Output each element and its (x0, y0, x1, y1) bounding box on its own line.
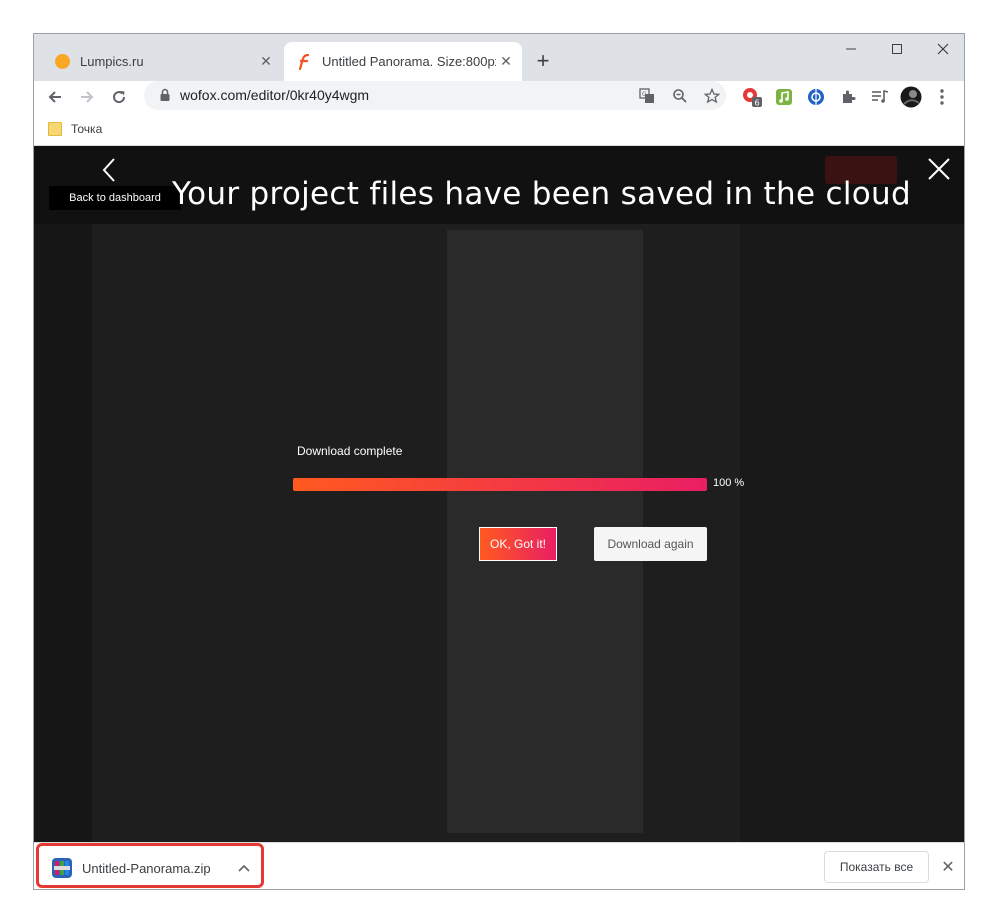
browser-window: Lumpics.ru ✕ Untitled Panorama. Size:800… (33, 33, 965, 890)
music-extension-icon[interactable] (772, 85, 796, 109)
download-item[interactable]: Untitled-Panorama.zip (42, 851, 264, 885)
window-close-icon[interactable] (920, 34, 964, 64)
bookmark-folder-tochka[interactable]: Точка (48, 118, 102, 140)
page-content: Back to dashboard Your project files hav… (34, 146, 964, 842)
folder-icon (48, 122, 62, 136)
opera-extension-icon[interactable]: 6 (740, 85, 764, 109)
wofox-logo-icon (296, 53, 312, 70)
orange-circle-icon (54, 54, 70, 70)
back-arrow-icon[interactable] (42, 84, 68, 110)
tab-lumpics[interactable]: Lumpics.ru ✕ (42, 42, 282, 81)
bookmark-label: Точка (71, 122, 103, 136)
editor-sidebar-backdrop (34, 224, 92, 842)
tab-title: Lumpics.ru (80, 54, 144, 69)
browser-toolbar: wofox.com/editor/0kr40y4wgm G 6 (34, 81, 964, 112)
zoom-icon[interactable] (668, 84, 692, 108)
show-all-downloads-button[interactable]: Показать все (824, 851, 929, 883)
close-icon[interactable] (924, 154, 954, 184)
tab-close-icon[interactable]: ✕ (496, 52, 516, 72)
extensions-puzzle-icon[interactable] (836, 85, 860, 109)
download-progress-fill (293, 478, 707, 491)
tab-close-icon[interactable]: ✕ (256, 52, 276, 72)
download-again-button[interactable]: Download again (594, 527, 707, 561)
bookmark-star-icon[interactable] (700, 84, 724, 108)
tab-wofox[interactable]: Untitled Panorama. Size:800px x ✕ (284, 42, 522, 81)
editor-properties-backdrop (740, 224, 964, 842)
modal-headline: Your project files have been saved in th… (172, 176, 911, 212)
media-control-icon[interactable] (868, 85, 892, 109)
tab-strip: Lumpics.ru ✕ Untitled Panorama. Size:800… (34, 34, 964, 81)
bookmarks-bar: Точка (34, 112, 964, 146)
lock-icon (160, 88, 170, 101)
winrar-archive-icon (52, 858, 72, 878)
address-bar[interactable]: wofox.com/editor/0kr40y4wgm G (144, 81, 726, 110)
url-text: wofox.com/editor/0kr40y4wgm (180, 87, 370, 103)
translate-icon[interactable]: G (635, 84, 659, 108)
close-download-shelf-icon[interactable]: ✕ (936, 855, 960, 879)
tab-title: Untitled Panorama. Size:800px x (322, 54, 496, 69)
ok-got-it-button[interactable]: OK, Got it! (479, 527, 557, 561)
maximize-icon[interactable] (874, 34, 920, 64)
download-progress-bar (293, 478, 707, 491)
back-to-dashboard-tooltip[interactable]: Back to dashboard (49, 186, 181, 210)
download-shelf: Untitled-Panorama.zip Показать все ✕ (34, 842, 964, 889)
chevron-up-icon[interactable] (234, 858, 254, 878)
download-progress-percent: 100 % (713, 477, 745, 489)
back-chevron-icon[interactable] (96, 156, 122, 184)
minimize-icon[interactable] (828, 34, 874, 64)
menu-dots-icon[interactable] (930, 85, 954, 109)
extension-badge: 6 (755, 99, 760, 108)
download-file-name: Untitled-Panorama.zip (82, 860, 211, 876)
new-tab-button[interactable]: + (530, 48, 556, 74)
svg-text:G: G (642, 91, 647, 98)
profile-avatar-icon[interactable] (899, 85, 923, 109)
download-status-label: Download complete (297, 444, 403, 458)
forward-arrow-icon[interactable] (74, 84, 100, 110)
reload-icon[interactable] (106, 84, 132, 110)
vpn-extension-icon[interactable] (804, 85, 828, 109)
